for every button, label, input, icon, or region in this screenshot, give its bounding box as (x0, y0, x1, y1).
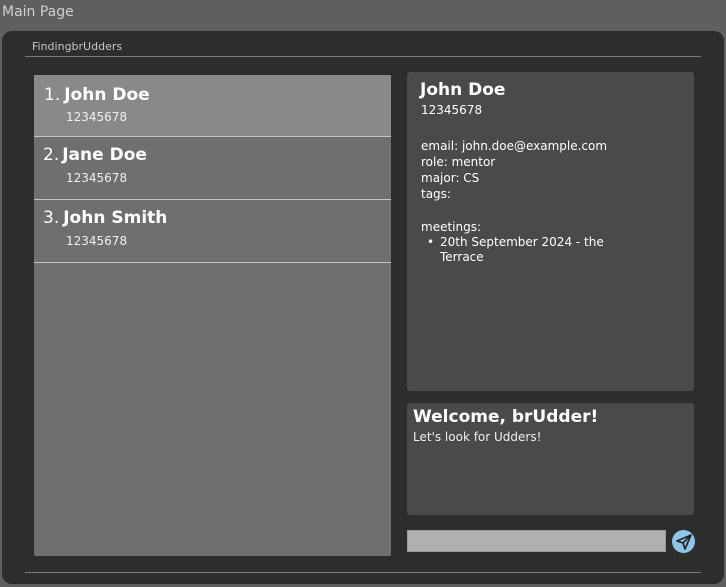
send-button[interactable] (672, 530, 695, 553)
list-item-name: John Smith (63, 208, 168, 228)
list-item-phone: 12345678 (66, 234, 128, 248)
list-item-index: 1. (44, 85, 61, 105)
details-name: John Doe (420, 80, 506, 100)
result-display: Welcome, brUdder! Let's look for Udders! (407, 403, 694, 515)
command-input[interactable] (407, 530, 666, 552)
app-title: FindingbrUdders (32, 40, 123, 53)
list-item[interactable]: 1. John Doe 12345678 (34, 75, 391, 137)
header-divider (25, 56, 701, 57)
list-item-index: 3. (43, 208, 60, 228)
details-phone: 12345678 (421, 103, 483, 117)
list-item-phone: 12345678 (66, 110, 128, 124)
list-item-phone: 12345678 (66, 171, 128, 185)
list-item-name: John Doe (64, 85, 150, 105)
details-email: email: john.doe@example.com (421, 139, 608, 153)
welcome-title: Welcome, brUdder! (413, 407, 599, 427)
window-title: Main Page (2, 4, 74, 20)
list-item[interactable]: 2. Jane Doe 12345678 (34, 136, 391, 200)
person-list[interactable]: 1. John Doe 12345678 2. Jane Doe 12345678 … (34, 75, 391, 556)
list-item-index: 2. (43, 145, 60, 165)
send-icon (675, 533, 692, 550)
footer-divider (25, 572, 701, 573)
details-tags: tags: (421, 187, 451, 201)
list-item[interactable]: 3. John Smith 12345678 (34, 199, 391, 263)
details-meetings-label: meetings: (421, 220, 482, 234)
details-major: major: CS (421, 171, 480, 185)
welcome-subtitle: Let's look for Udders! (413, 430, 542, 444)
details-role: role: mentor (421, 155, 496, 169)
list-item-name: Jane Doe (62, 145, 147, 165)
meeting-item: 20th September 2024 - the Terrace (427, 235, 630, 265)
main-frame: FindingbrUdders 1. John Doe 12345678 2. Ja… (2, 31, 724, 584)
person-details-panel: John Doe 12345678 email: john.doe@exampl… (407, 72, 694, 391)
